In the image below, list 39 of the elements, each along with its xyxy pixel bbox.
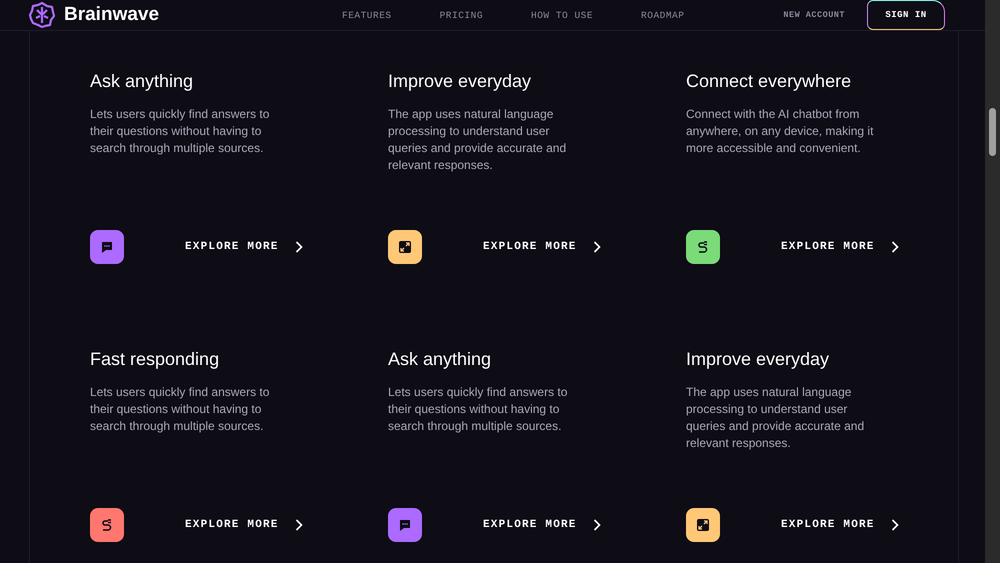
card-title: Improve everyday	[388, 70, 532, 93]
nav-link[interactable]: FEATURES	[318, 10, 416, 20]
chevron-right-icon	[294, 241, 303, 253]
expand-arrows-icon	[696, 518, 710, 532]
chevron-right-icon	[592, 519, 601, 531]
scrollbar-thumb[interactable]	[989, 108, 996, 156]
chat-bubble-icon	[398, 518, 412, 532]
nav-link[interactable]: PRICING	[416, 10, 508, 20]
nav-link[interactable]: HOW TO USE	[507, 10, 618, 20]
card-title: Ask anything	[90, 70, 194, 93]
explore-more-link[interactable]: EXPLORE MORE	[483, 519, 601, 531]
chevron-right-icon	[294, 519, 303, 531]
scrollbar[interactable]	[985, 0, 1000, 563]
explore-more-link[interactable]: EXPLORE MORE	[483, 241, 601, 253]
card-title: Fast responding	[90, 348, 220, 371]
brand-name: Brainwave	[64, 4, 160, 26]
plug-cable-icon	[100, 518, 114, 532]
card-title: Connect everywhere	[686, 70, 852, 93]
nav-link[interactable]: ROADMAP	[617, 10, 708, 20]
chat-bubble-icon	[100, 240, 114, 254]
card-description: The app uses natural language processing to understand user queries and provide accurate and relevant responses.	[388, 106, 568, 174]
explore-more-link[interactable]: EXPLORE MORE	[781, 241, 899, 253]
card-description: Lets users quickly find answers to their questions without having to search through multiple sources.	[388, 384, 568, 435]
card-description: Connect with the AI chatbot from anywhere, on any device, making it more accessible and convenient.	[686, 106, 874, 157]
card-title: Ask anything	[388, 348, 492, 371]
chevron-right-icon	[592, 241, 601, 253]
card-description: Lets users quickly find answers to their questions without having to search through multiple sources.	[90, 106, 270, 157]
chevron-right-icon	[890, 519, 899, 531]
new-account-link[interactable]: NEW ACCOUNT	[783, 10, 845, 20]
explore-more-link[interactable]: EXPLORE MORE	[781, 519, 899, 531]
chevron-right-icon	[890, 241, 899, 253]
explore-more-link[interactable]: EXPLORE MORE	[185, 519, 303, 531]
card-title: Improve everyday	[686, 348, 830, 371]
plug-cable-icon	[696, 240, 710, 254]
sign-in-button[interactable]: SIGN IN	[867, 0, 945, 30]
card-description: The app uses natural language processing to understand user queries and provide accurate and relevant responses.	[686, 384, 866, 452]
explore-more-link[interactable]: EXPLORE MORE	[185, 241, 303, 253]
card-description: Lets users quickly find answers to their questions without having to search through multiple sources.	[90, 384, 270, 435]
expand-arrows-icon	[398, 240, 412, 254]
